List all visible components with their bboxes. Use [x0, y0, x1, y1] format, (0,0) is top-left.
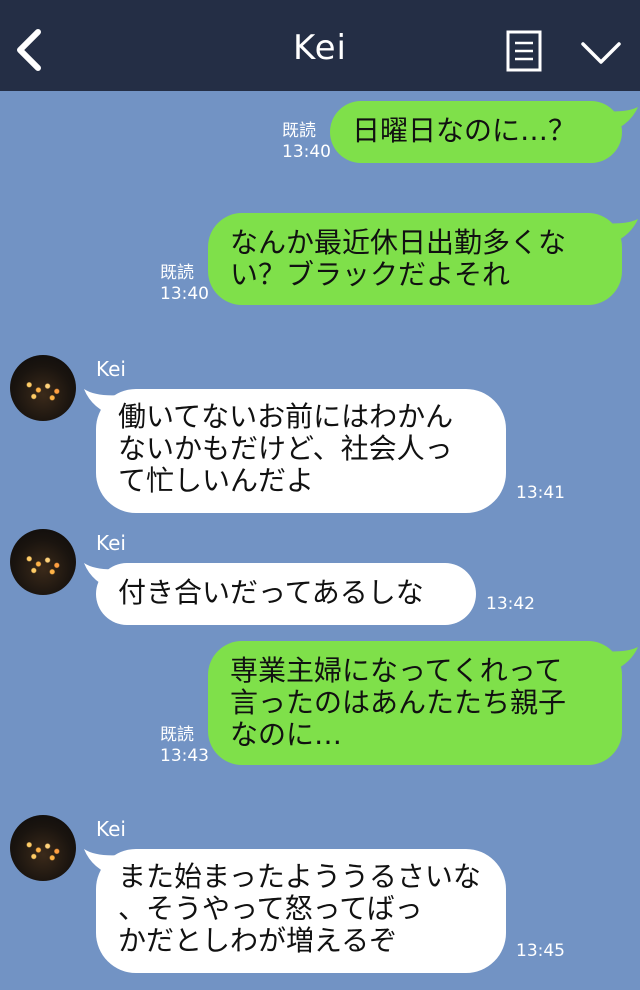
avatar[interactable]	[10, 355, 76, 421]
message-bubble-sent[interactable]: 専業主婦になってくれって 言ったのはあんたたち親子 なのに…	[208, 641, 622, 765]
chat-title: Kei	[293, 28, 347, 68]
chat-area[interactable]: 既読 13:40 日曜日なのに…？ 既読 13:40 なんか最近休日出勤多くな …	[0, 91, 640, 990]
message-text: 日曜日なのに…？	[352, 114, 577, 147]
message-bubble-received[interactable]: また始まったよううるさいな 、そうやって怒ってばっ かだとしわが増えるぞ	[96, 849, 506, 973]
message-text: また始まったよううるさいな 、そうやって怒ってばっ かだとしわが増えるぞ	[118, 860, 481, 957]
read-receipt: 既読	[160, 263, 194, 283]
message-bubble-sent[interactable]: 日曜日なのに…？	[330, 101, 622, 163]
sender-name: Kei	[96, 357, 126, 381]
message-time: 13:42	[486, 594, 535, 614]
message-text: 付き合いだってあるしな	[118, 576, 424, 609]
message-text: なんか最近休日出勤多くな い？ブラックだよそれ	[230, 226, 567, 291]
message-time: 13:45	[516, 941, 565, 961]
message-text: 専業主婦になってくれって 言ったのはあんたたち親子 なのに…	[230, 654, 567, 751]
message-meta: 既読 13:43	[160, 725, 209, 767]
message-bubble-sent[interactable]: なんか最近休日出勤多くな い？ブラックだよそれ	[208, 213, 622, 305]
sender-name: Kei	[96, 531, 126, 555]
chat-header: Kei	[0, 0, 640, 91]
read-receipt: 既読	[282, 121, 316, 141]
message-bubble-received[interactable]: 働いてないお前にはわかん ないかもだけど、社会人っ て忙しいんだよ	[96, 389, 506, 513]
chevron-down-icon[interactable]	[580, 40, 622, 66]
message-meta: 既読 13:40	[160, 263, 209, 305]
message-text: 働いてないお前にはわかん ないかもだけど、社会人っ て忙しいんだよ	[118, 400, 454, 497]
message-meta: 既読 13:40	[282, 121, 331, 163]
message-time: 13:41	[516, 483, 565, 503]
message-time: 13:40	[160, 284, 209, 304]
message-bubble-received[interactable]: 付き合いだってあるしな	[96, 563, 476, 625]
avatar[interactable]	[10, 529, 76, 595]
message-time: 13:40	[282, 142, 331, 162]
read-receipt: 既読	[160, 725, 194, 745]
sender-name: Kei	[96, 817, 126, 841]
message-time: 13:43	[160, 746, 209, 766]
menu-icon[interactable]	[506, 30, 542, 72]
avatar[interactable]	[10, 815, 76, 881]
